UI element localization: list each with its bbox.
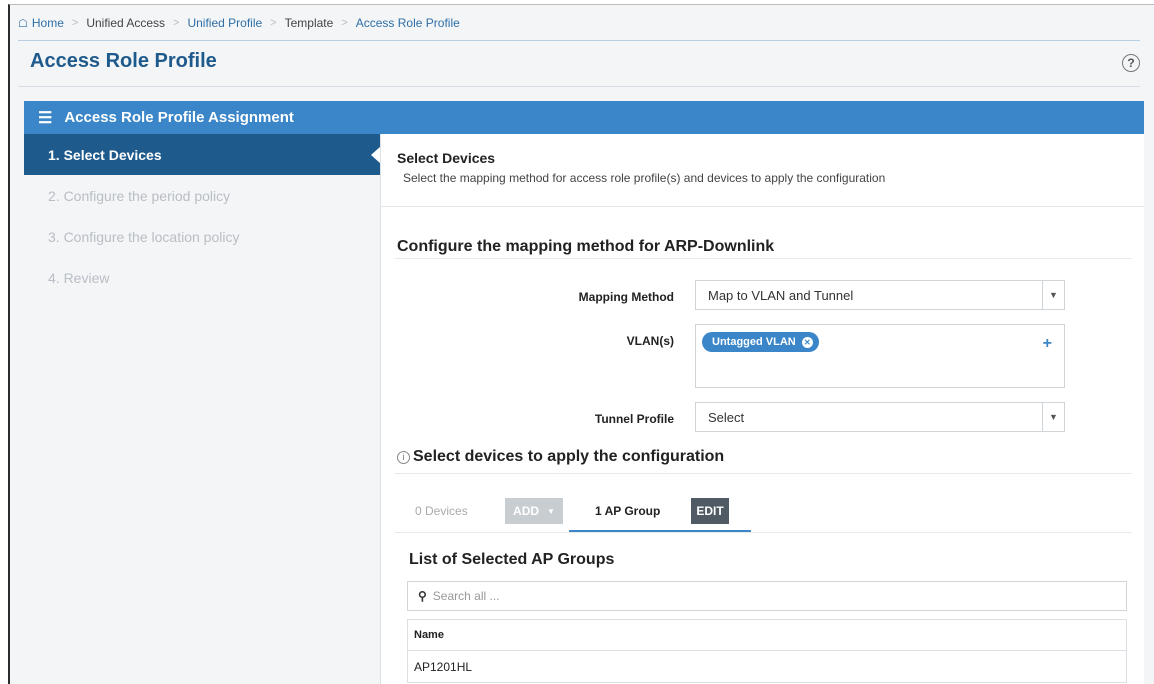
wizard-header-title: Access Role Profile Assignment bbox=[64, 109, 294, 126]
chevron-down-icon: ▼ bbox=[547, 506, 555, 516]
search-input[interactable]: ⚲ Search all ... bbox=[407, 581, 1127, 611]
chevron-down-icon[interactable]: ▼ bbox=[1042, 281, 1064, 309]
section-divider bbox=[381, 206, 1144, 207]
add-button-label: ADD bbox=[513, 504, 540, 518]
vlan-tag-label: Untagged VLAN bbox=[712, 336, 796, 348]
breadcrumb-home[interactable]: Home bbox=[32, 16, 64, 30]
tunnel-profile-select[interactable]: Select ▼ bbox=[695, 402, 1065, 432]
breadcrumb-access-role-profile[interactable]: Access Role Profile bbox=[356, 16, 460, 30]
chevron-down-icon[interactable]: ▼ bbox=[1042, 403, 1064, 431]
breadcrumb-template: Template bbox=[284, 16, 334, 30]
table-row[interactable]: AP1201HL bbox=[407, 651, 1127, 683]
wizard-steps-sidebar: 1. Select Devices 2. Configure the perio… bbox=[24, 134, 381, 684]
ap-groups-table: Name AP1201HL bbox=[407, 619, 1127, 683]
add-vlan-plus-icon[interactable]: + bbox=[1043, 335, 1052, 353]
help-icon[interactable]: ? bbox=[1122, 54, 1140, 72]
step-select-devices[interactable]: 1. Select Devices bbox=[24, 134, 381, 175]
search-placeholder: Search all ... bbox=[432, 589, 500, 603]
tunnel-profile-value: Select bbox=[708, 409, 745, 425]
vlans-label: VLAN(s) bbox=[626, 334, 674, 348]
remove-tag-icon[interactable]: ✕ bbox=[801, 336, 813, 348]
home-icon[interactable]: ☖ bbox=[18, 17, 28, 30]
vlan-tag[interactable]: Untagged VLAN ✕ bbox=[702, 332, 819, 352]
selected-ap-groups-title: List of Selected AP Groups bbox=[409, 551, 615, 568]
breadcrumb: ☖ Home > Unified Access > Unified Profil… bbox=[18, 12, 460, 34]
section-title: Select Devices bbox=[397, 150, 496, 166]
vlans-field[interactable]: Untagged VLAN ✕ + bbox=[695, 324, 1065, 388]
main-panel: Select Devices Select the mapping method… bbox=[380, 134, 1144, 684]
device-tabs: 0 Devices ADD ▼ 1 AP Group EDIT bbox=[395, 494, 1132, 534]
step-configure-period-policy: 2. Configure the period policy bbox=[48, 187, 231, 204]
step-review: 4. Review bbox=[48, 269, 110, 286]
search-icon: ⚲ bbox=[418, 589, 427, 603]
breadcrumb-unified-profile[interactable]: Unified Profile bbox=[187, 16, 262, 30]
mapping-method-label: Mapping Method bbox=[578, 290, 674, 304]
title-divider bbox=[18, 86, 1140, 87]
mapping-method-value: Map to VLAN and Tunnel bbox=[708, 287, 854, 303]
tab-devices[interactable]: 0 Devices bbox=[415, 504, 468, 518]
select-devices-title-text: Select devices to apply the configuratio… bbox=[413, 448, 725, 465]
breadcrumb-separator: > bbox=[173, 17, 180, 29]
breadcrumb-unified-access[interactable]: Unified Access bbox=[86, 16, 165, 30]
breadcrumb-separator: > bbox=[71, 17, 79, 29]
tabs-divider bbox=[395, 532, 1132, 533]
mapping-method-select[interactable]: Map to VLAN and Tunnel ▼ bbox=[695, 280, 1065, 310]
info-icon: i bbox=[397, 450, 410, 464]
table-header-name[interactable]: Name bbox=[407, 619, 1127, 651]
breadcrumb-separator: > bbox=[341, 17, 348, 29]
page-title: Access Role Profile bbox=[30, 50, 217, 72]
devices-divider bbox=[395, 473, 1132, 474]
add-button[interactable]: ADD ▼ bbox=[505, 498, 563, 524]
breadcrumb-separator: > bbox=[270, 17, 277, 29]
hamburger-menu-icon[interactable]: ☰ bbox=[38, 108, 52, 128]
tunnel-profile-label: Tunnel Profile bbox=[594, 412, 674, 426]
breadcrumb-divider bbox=[18, 40, 1140, 41]
select-devices-title: i Select devices to apply the configurat… bbox=[397, 448, 724, 466]
edit-button[interactable]: EDIT bbox=[691, 498, 729, 524]
tab-ap-group[interactable]: 1 AP Group bbox=[595, 504, 660, 518]
mapping-divider bbox=[395, 258, 1132, 259]
mapping-method-title: Configure the mapping method for ARP-Dow… bbox=[397, 238, 775, 255]
wizard-header: ☰ Access Role Profile Assignment bbox=[24, 101, 1144, 134]
section-description: Select the mapping method for access rol… bbox=[403, 171, 886, 185]
step-configure-location-policy: 3. Configure the location policy bbox=[48, 228, 240, 245]
